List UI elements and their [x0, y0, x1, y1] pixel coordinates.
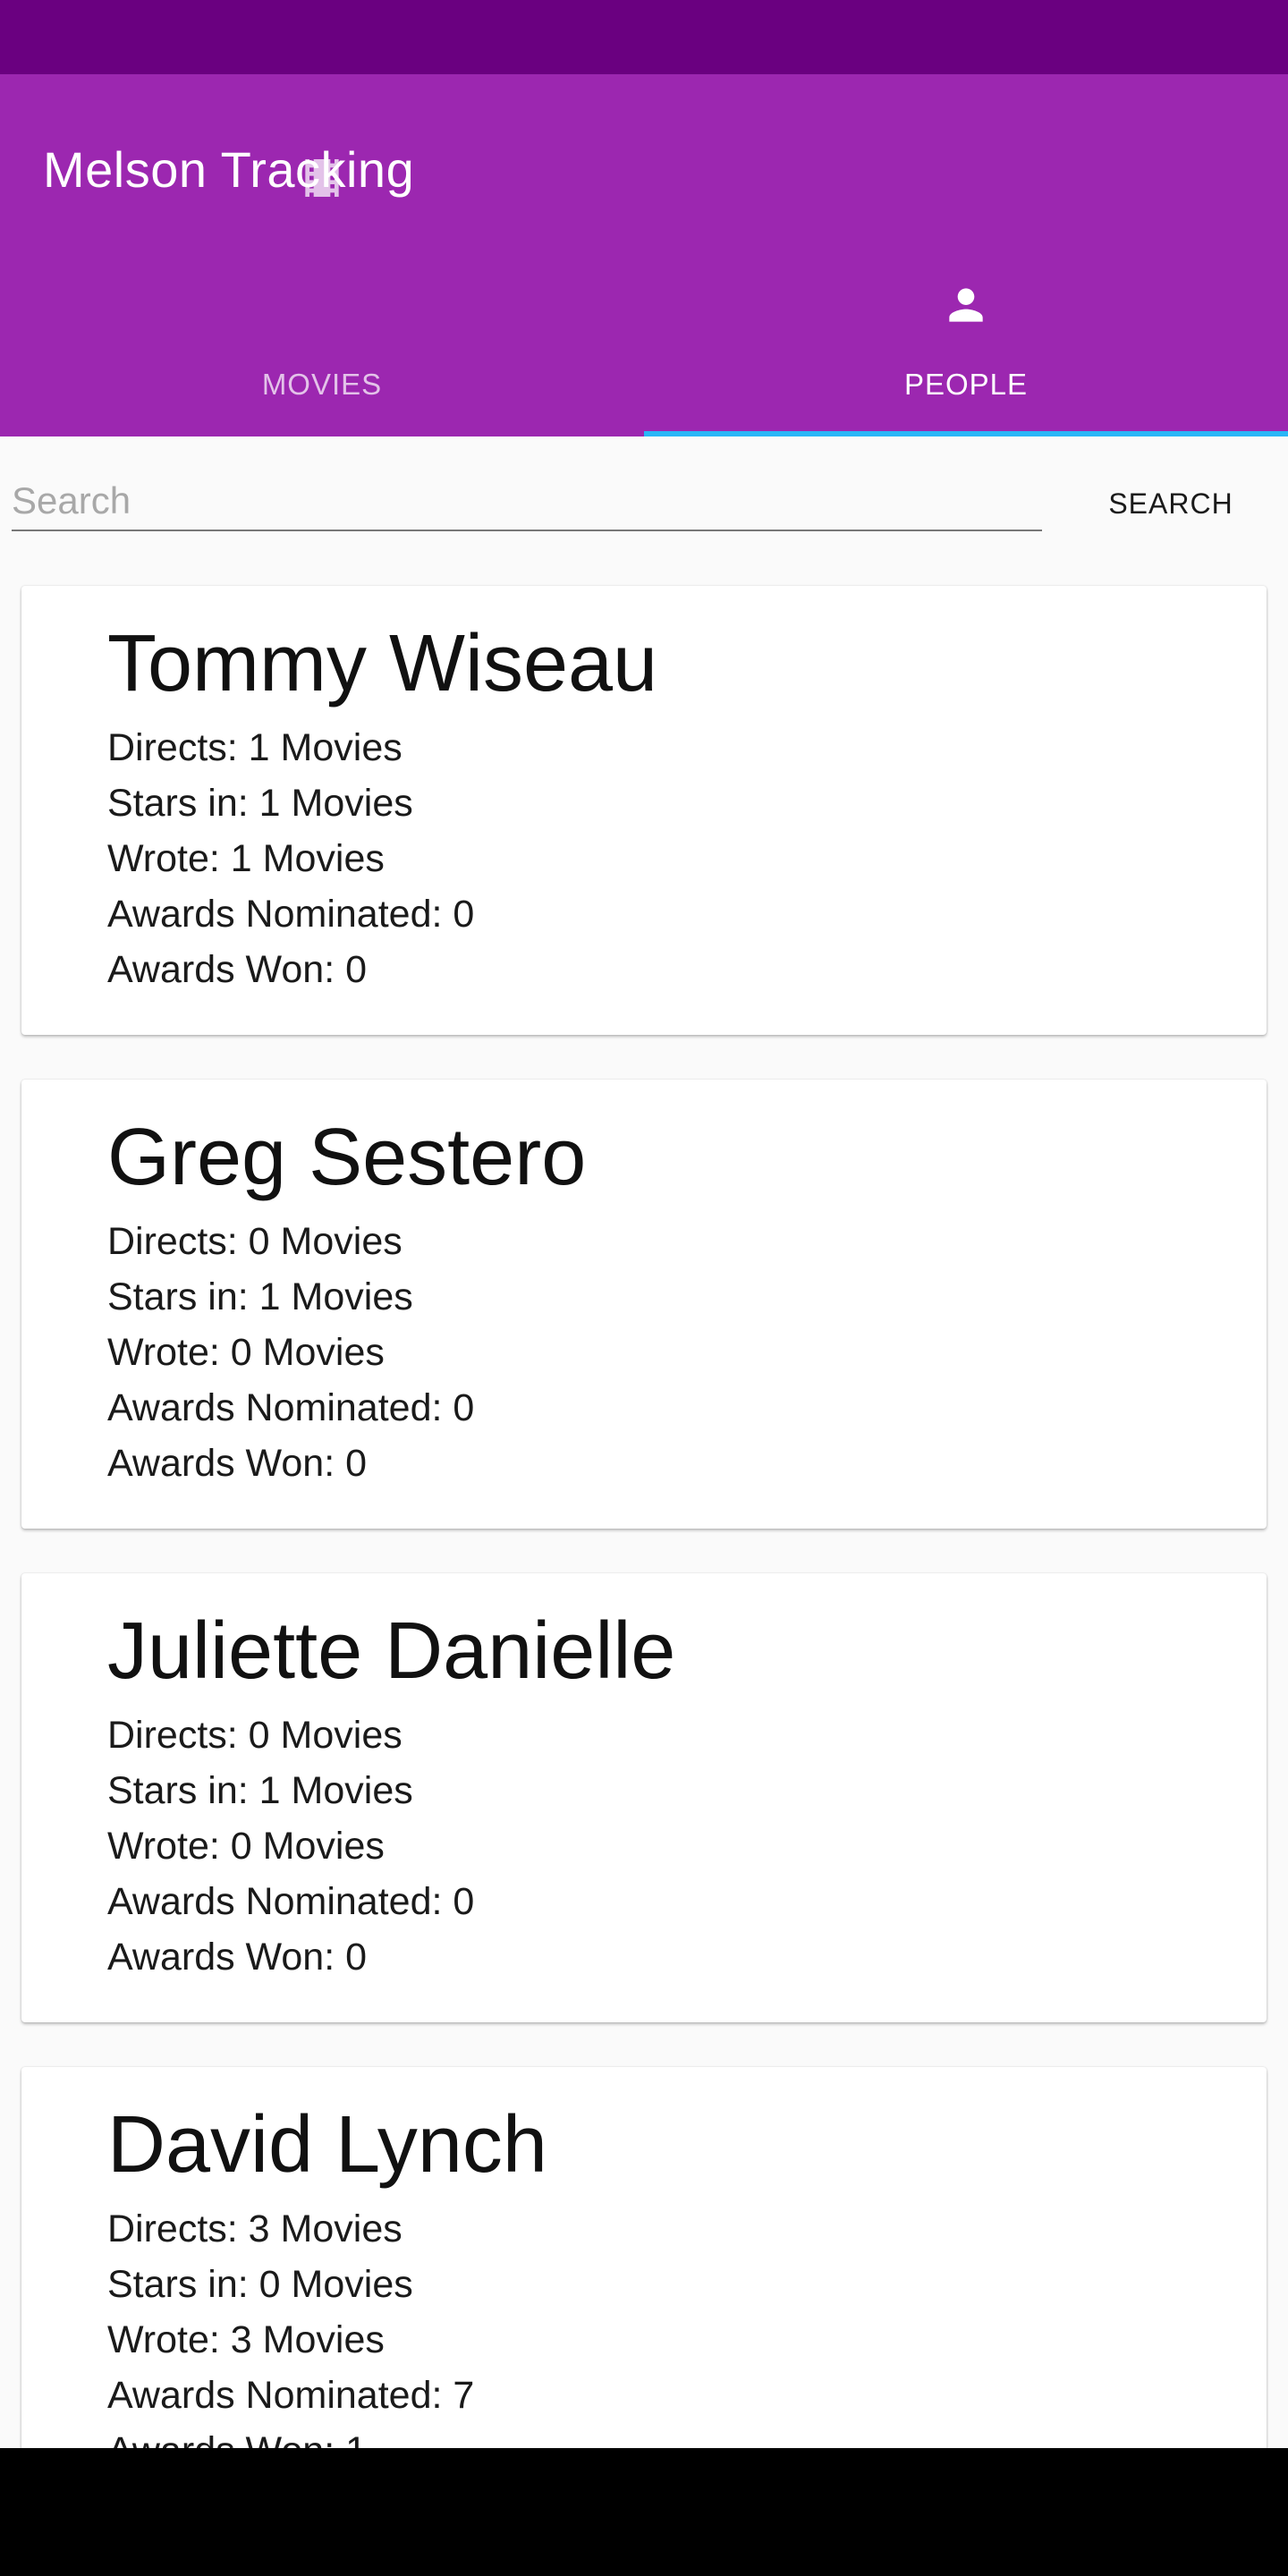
person-stats: Directs: 0 Movies Stars in: 1 Movies Wro…	[107, 1707, 474, 1985]
person-name: Greg Sestero	[107, 1113, 587, 1202]
person-stats: Directs: 1 Movies Stars in: 1 Movies Wro…	[107, 720, 474, 997]
person-card[interactable]: Juliette Danielle Directs: 0 Movies Star…	[21, 1573, 1267, 2022]
awards-won-count: Awards Won: 0	[107, 1936, 367, 1979]
stars-in-count: Stars in: 0 Movies	[107, 2263, 413, 2306]
wrote-count: Wrote: 0 Movies	[107, 1331, 385, 1374]
stars-in-count: Stars in: 1 Movies	[107, 1275, 413, 1318]
stars-in-count: Stars in: 1 Movies	[107, 782, 413, 825]
movie-film-icon	[305, 159, 339, 197]
person-name: Juliette Danielle	[107, 1606, 676, 1696]
wrote-count: Wrote: 1 Movies	[107, 837, 385, 880]
search-input[interactable]	[12, 472, 1042, 531]
directs-count: Directs: 0 Movies	[107, 1714, 402, 1757]
tab-movies[interactable]: MOVIES	[0, 74, 644, 436]
person-icon	[949, 288, 983, 322]
awards-won-count: Awards Won: 0	[107, 1442, 367, 1485]
directs-count: Directs: 1 Movies	[107, 726, 402, 769]
tab-people[interactable]: PEOPLE	[644, 74, 1288, 436]
search-button[interactable]: SEARCH	[1073, 472, 1268, 535]
person-card[interactable]: Greg Sestero Directs: 0 Movies Stars in:…	[21, 1080, 1267, 1529]
app-bar: Melson Tracking MOVIES PEOPLE	[0, 74, 1288, 436]
search-row: SEARCH	[0, 436, 1288, 553]
tab-people-label: PEOPLE	[903, 368, 1029, 401]
person-card[interactable]: Tommy Wiseau Directs: 1 Movies Stars in:…	[21, 586, 1267, 1035]
awards-nominated-count: Awards Nominated: 0	[107, 1386, 475, 1429]
awards-nominated-count: Awards Nominated: 7	[107, 2374, 475, 2417]
status-bar	[0, 0, 1288, 74]
navigation-bar	[0, 2448, 1288, 2576]
directs-count: Directs: 0 Movies	[107, 1220, 402, 1263]
wrote-count: Wrote: 0 Movies	[107, 1825, 385, 1868]
awards-won-count: Awards Won: 0	[107, 948, 367, 991]
person-stats: Directs: 0 Movies Stars in: 1 Movies Wro…	[107, 1214, 474, 1491]
person-name: David Lynch	[107, 2100, 547, 2190]
tab-movies-label: MOVIES	[261, 368, 383, 401]
person-stats: Directs: 3 Movies Stars in: 0 Movies Wro…	[107, 2201, 474, 2479]
wrote-count: Wrote: 3 Movies	[107, 2318, 385, 2361]
awards-nominated-count: Awards Nominated: 0	[107, 1880, 475, 1923]
directs-count: Directs: 3 Movies	[107, 2207, 402, 2250]
awards-nominated-count: Awards Nominated: 0	[107, 893, 475, 936]
stars-in-count: Stars in: 1 Movies	[107, 1769, 413, 1812]
person-name: Tommy Wiseau	[107, 619, 658, 708]
